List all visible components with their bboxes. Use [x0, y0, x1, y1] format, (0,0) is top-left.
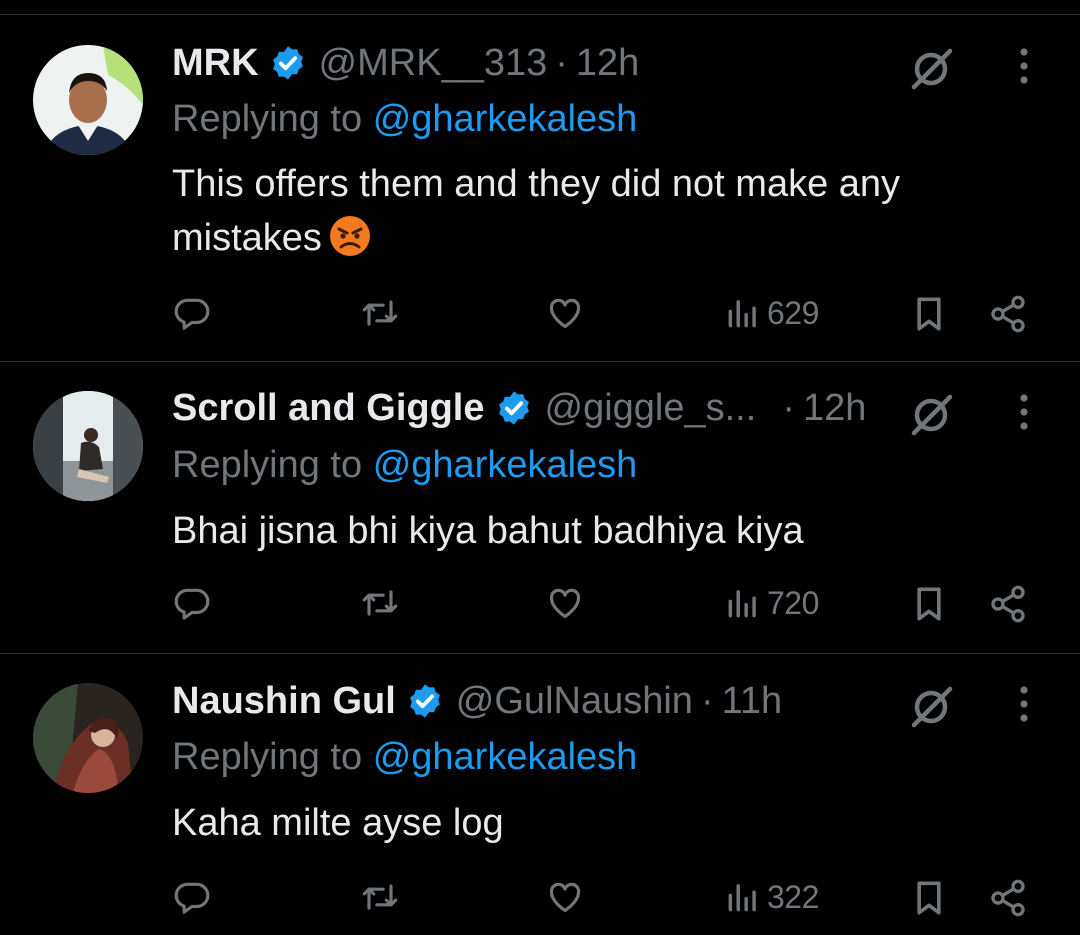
share-icon [988, 878, 1028, 918]
avatar[interactable] [33, 391, 143, 501]
views-button[interactable]: 720 [725, 584, 819, 622]
retweet-icon [358, 878, 402, 916]
replying-to-label: Replying to [172, 736, 363, 778]
views-button[interactable]: 629 [725, 294, 819, 332]
reply-button[interactable] [173, 878, 211, 916]
bookmark-button[interactable] [911, 878, 947, 918]
handle[interactable]: @MRK__313 [319, 42, 548, 85]
replying-to-handle[interactable]: @gharkekalesh [373, 736, 638, 778]
reply-button[interactable] [173, 584, 211, 622]
replying-to-handle[interactable]: @gharkekalesh [373, 444, 638, 486]
timestamp[interactable]: 11h [722, 680, 783, 723]
timestamp[interactable]: 12h [576, 42, 639, 85]
reply-icon [173, 294, 211, 332]
bookmark-icon [911, 294, 947, 334]
share-icon [988, 294, 1028, 334]
views-icon [725, 294, 761, 332]
more-icon[interactable] [1008, 680, 1040, 728]
tweet-text: This offers them and they did not make a… [172, 157, 1002, 265]
like-button[interactable] [545, 294, 585, 332]
bookmark-button[interactable] [911, 294, 947, 334]
retweet-button[interactable] [358, 878, 402, 916]
avatar[interactable] [33, 45, 143, 155]
bookmark-icon [911, 878, 947, 918]
like-button[interactable] [545, 878, 585, 916]
more-icon[interactable] [1008, 42, 1040, 90]
replying-to: Replying to @gharkekalesh [172, 98, 637, 141]
tweet-header: MRK @MRK__313 · 12h [172, 38, 639, 88]
display-name[interactable]: Scroll and Giggle [172, 387, 485, 430]
reply-icon [173, 878, 211, 916]
tweet-1[interactable]: MRK @MRK__313 · 12h Replying to @gharkek… [0, 0, 1080, 362]
verified-badge-icon [495, 389, 533, 427]
separator-dot: · [782, 386, 795, 429]
tweet-3[interactable]: Naushin Gul @GulNaushin · 11h Replying t… [0, 654, 1080, 935]
replying-to-handle[interactable]: @gharkekalesh [373, 98, 638, 140]
tweet-text: Bhai jisna bhi kiya bahut badhiya kiya [172, 504, 1002, 558]
reply-button[interactable] [173, 294, 211, 332]
share-button[interactable] [988, 878, 1028, 918]
tweet-2[interactable]: Scroll and Giggle @giggle_s... · 12h Rep… [0, 362, 1080, 654]
views-count: 322 [767, 878, 819, 915]
separator-dot: · [555, 41, 568, 84]
views-count: 720 [767, 584, 819, 621]
tweet-text-content: Kaha milte ayse log [172, 802, 504, 844]
tweet-header: Naushin Gul @GulNaushin · 11h [172, 676, 782, 726]
retweet-icon [358, 294, 402, 332]
grok-icon[interactable] [908, 44, 956, 92]
timestamp[interactable]: 12h [803, 387, 866, 430]
retweet-button[interactable] [358, 294, 402, 332]
tweet-header: Scroll and Giggle @giggle_s... · 12h [172, 383, 866, 433]
tweet-text-content: This offers them and they did not make a… [172, 163, 901, 259]
bookmark-icon [911, 584, 947, 624]
replying-to: Replying to @gharkekalesh [172, 444, 637, 487]
verified-badge-icon [406, 682, 444, 720]
verified-badge-icon [269, 44, 307, 82]
share-button[interactable] [988, 294, 1028, 334]
views-icon [725, 584, 761, 622]
tweet-text: Kaha milte ayse log [172, 796, 1002, 850]
display-name[interactable]: MRK [172, 42, 259, 85]
replying-to: Replying to @gharkekalesh [172, 736, 637, 779]
retweet-icon [358, 584, 402, 622]
share-button[interactable] [988, 584, 1028, 624]
share-icon [988, 584, 1028, 624]
avatar[interactable] [33, 683, 143, 793]
like-icon [545, 294, 585, 332]
tweet-text-content: Bhai jisna bhi kiya bahut badhiya kiya [172, 510, 804, 552]
views-button[interactable]: 322 [725, 878, 819, 916]
like-button[interactable] [545, 584, 585, 622]
replying-to-label: Replying to [172, 98, 363, 140]
reply-icon [173, 584, 211, 622]
views-icon [725, 878, 761, 916]
like-icon [545, 584, 585, 622]
like-icon [545, 878, 585, 916]
bookmark-button[interactable] [911, 584, 947, 624]
handle[interactable]: @GulNaushin [456, 680, 693, 723]
replying-to-label: Replying to [172, 444, 363, 486]
separator-dot: · [700, 679, 714, 722]
grok-icon[interactable] [908, 390, 956, 438]
display-name[interactable]: Naushin Gul [172, 680, 396, 723]
angry-face-icon [328, 214, 372, 258]
retweet-button[interactable] [358, 584, 402, 622]
more-icon[interactable] [1008, 388, 1040, 436]
handle[interactable]: @giggle_s... [545, 387, 757, 430]
views-count: 629 [767, 294, 819, 331]
grok-icon[interactable] [908, 682, 956, 730]
